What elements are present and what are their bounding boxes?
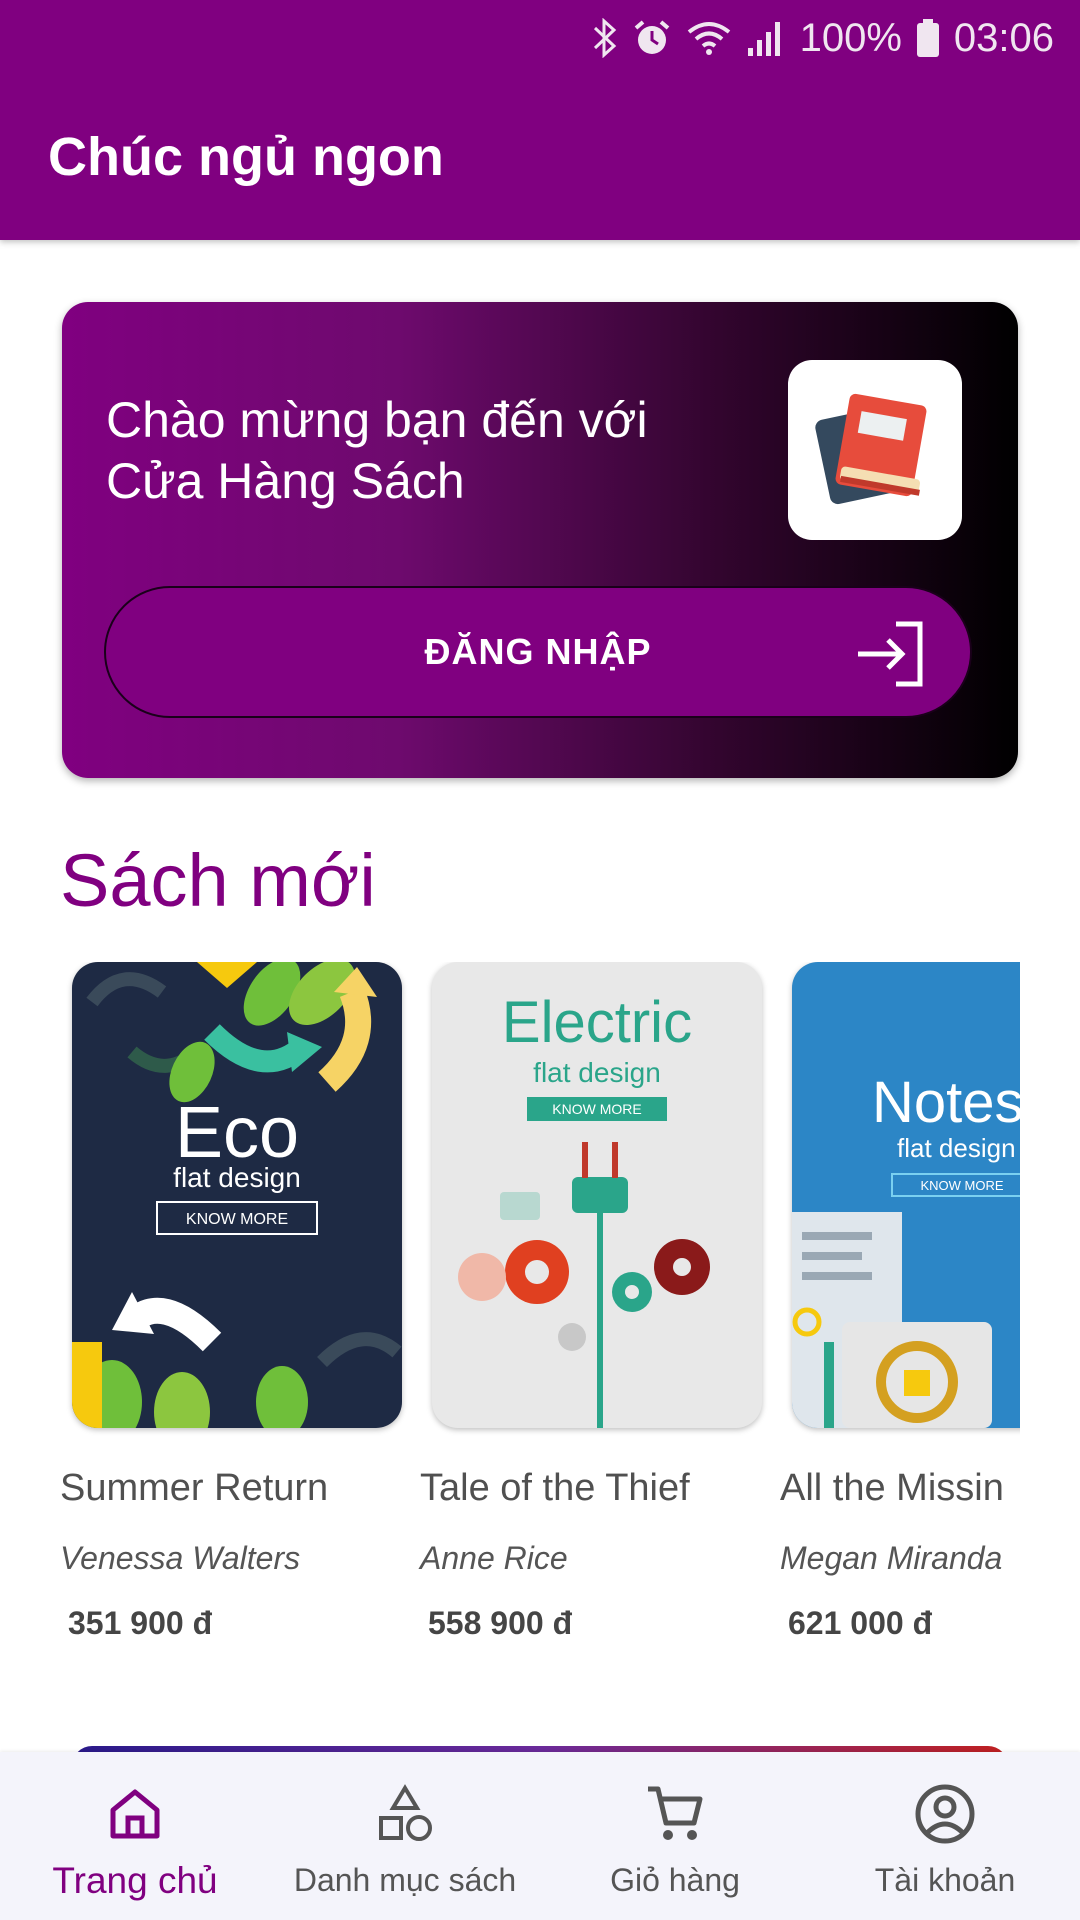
clock: 03:06 xyxy=(953,15,1054,60)
wifi-icon xyxy=(686,18,732,58)
nav-item-cart[interactable]: Giỏ hàng xyxy=(540,1752,810,1920)
book-cover: Eco flat design KNOW MORE xyxy=(72,962,402,1428)
nav-label: Danh mục sách xyxy=(293,1862,517,1898)
nav-item-home[interactable]: Trang chủ xyxy=(0,1752,270,1920)
cover-cta-text: KNOW MORE xyxy=(552,1101,641,1117)
cover-sub-text: flat design xyxy=(897,1133,1016,1163)
home-icon xyxy=(107,1778,163,1850)
book-author: Venessa Walters xyxy=(60,1540,301,1576)
book-title: All the Missin xyxy=(780,1467,1004,1509)
bluetooth-icon xyxy=(592,18,618,58)
book-author: Anne Rice xyxy=(420,1540,568,1576)
nav-item-categories[interactable]: Danh mục sách xyxy=(270,1752,540,1920)
page-title: Chúc ngủ ngon xyxy=(48,127,444,187)
nav-label: Tài khoản xyxy=(874,1862,1016,1898)
alarm-icon xyxy=(632,18,672,58)
cover-cta-text: KNOW MORE xyxy=(186,1211,288,1228)
welcome-line-2: Cửa Hàng Sách xyxy=(106,453,465,509)
cart-icon xyxy=(644,1778,706,1850)
book-price: 621 000 đ xyxy=(788,1605,933,1641)
book-price: 351 900 đ xyxy=(68,1605,213,1641)
category-icon xyxy=(375,1778,435,1850)
signal-icon xyxy=(746,18,786,58)
book-price: 558 900 đ xyxy=(428,1605,573,1641)
book-author: Megan Miranda xyxy=(780,1540,1003,1576)
book-title: Summer Return xyxy=(60,1467,329,1509)
cover-main-text: Notes xyxy=(872,1070,1020,1135)
book-icon xyxy=(815,393,927,505)
cover-sub-text: flat design xyxy=(173,1162,301,1193)
battery-icon xyxy=(916,18,940,58)
book-title: Tale of the Thief xyxy=(420,1467,690,1509)
welcome-line-1: Chào mừng bạn đến với xyxy=(106,392,648,448)
cover-sub-text: flat design xyxy=(533,1057,661,1088)
status-bar: 100% 03:06 xyxy=(592,8,1054,68)
new-books-carousel[interactable]: Eco flat design KNOW MORE Summer Return … xyxy=(60,962,1020,1662)
welcome-card: Chào mừng bạn đến với Cửa Hàng Sách ĐĂNG… xyxy=(62,302,1018,778)
book-cover: Notes flat design KNOW MORE xyxy=(792,962,1020,1428)
welcome-message: Chào mừng bạn đến với Cửa Hàng Sách xyxy=(106,390,706,512)
battery-percent: 100% xyxy=(799,15,902,60)
cover-cta-text: KNOW MORE xyxy=(920,1178,1003,1193)
bottom-navigation: Trang chủ Danh mục sách Giỏ hàng Tài kho… xyxy=(0,1752,1080,1920)
login-icon xyxy=(854,618,926,695)
nav-label: Trang chủ xyxy=(52,1860,218,1901)
cover-main-text: Eco xyxy=(175,1093,299,1173)
login-button[interactable]: ĐĂNG NHẬP xyxy=(104,586,972,718)
app-bar: 100% 03:06 Chúc ngủ ngon xyxy=(0,0,1080,240)
nav-item-account[interactable]: Tài khoản xyxy=(810,1752,1080,1920)
section-title-new-books: Sách mới xyxy=(60,839,376,922)
book-cover: Electric flat design KNOW MORE xyxy=(432,962,762,1428)
account-icon xyxy=(914,1778,976,1850)
nav-label: Giỏ hàng xyxy=(610,1862,740,1898)
login-label: ĐĂNG NHẬP xyxy=(424,631,652,672)
cover-main-text: Electric xyxy=(502,990,692,1055)
store-logo xyxy=(788,360,962,540)
